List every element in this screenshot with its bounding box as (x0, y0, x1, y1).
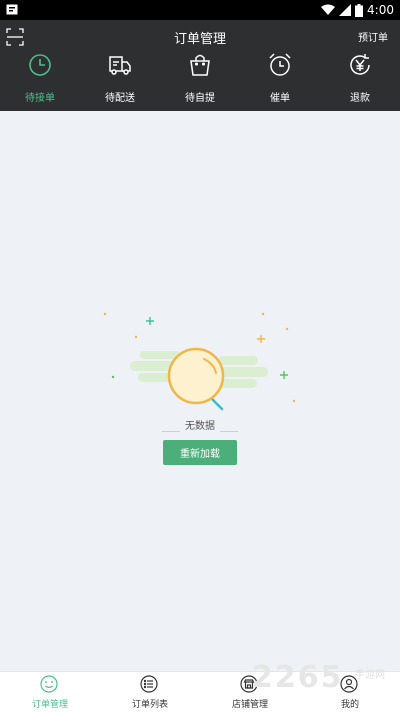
clock-icon (29, 54, 51, 76)
tab-label: 待自提 (185, 93, 215, 104)
nav-label: 订单列表 (131, 700, 168, 710)
tab-pending-accept[interactable]: 待接单 (10, 53, 70, 105)
battery-icon (355, 3, 364, 17)
tab-urge[interactable]: 催单 (250, 53, 310, 105)
tab-label: 退款 (350, 93, 370, 104)
tab-pending-pickup[interactable]: 待自提 (170, 53, 230, 105)
preorder-button[interactable]: 预订单 (358, 29, 388, 44)
tab-refund[interactable]: 退款 (330, 53, 390, 105)
alarm-clock-icon (269, 53, 291, 76)
wifi-icon (321, 4, 336, 15)
signal-icon (339, 4, 352, 16)
delivery-truck-icon (109, 56, 131, 75)
nav-order-manage[interactable]: 订单管理 (0, 672, 100, 712)
header: 订单管理 预订单 待接单 待配送 待自提 催单 退款 (0, 20, 400, 111)
yen-refund-icon (350, 54, 370, 75)
tab-label: 催单 (270, 93, 290, 104)
status-time: 4:00 (367, 3, 394, 17)
divider-right (220, 431, 238, 432)
tab-pending-delivery[interactable]: 待配送 (90, 53, 150, 105)
reload-button[interactable]: 重新加载 (163, 440, 237, 465)
tab-label: 待接单 (25, 93, 55, 104)
status-bar: 4:00 (0, 0, 400, 20)
order-manage-icon (40, 675, 58, 693)
order-status-tabs: 待接单 待配送 待自提 催单 退款 (0, 53, 400, 105)
no-data-illustration-icon (103, 312, 296, 411)
page-title: 订单管理 (173, 32, 226, 47)
watermark-number: 2265 (252, 660, 344, 695)
empty-state: 无数据 重新加载 (0, 111, 400, 671)
order-list-icon (140, 675, 158, 693)
watermark-site: 手游网 (355, 670, 385, 681)
status-right: 4:00 (321, 2, 394, 18)
shopping-bag-icon (190, 54, 210, 76)
tab-label: 待配送 (105, 93, 135, 104)
notification-icon (6, 4, 18, 15)
no-data-text: 无数据 (185, 421, 215, 432)
nav-order-list[interactable]: 订单列表 (100, 672, 200, 712)
nav-label: 订单管理 (31, 700, 68, 710)
watermark: 2265 手游网 (252, 660, 400, 710)
